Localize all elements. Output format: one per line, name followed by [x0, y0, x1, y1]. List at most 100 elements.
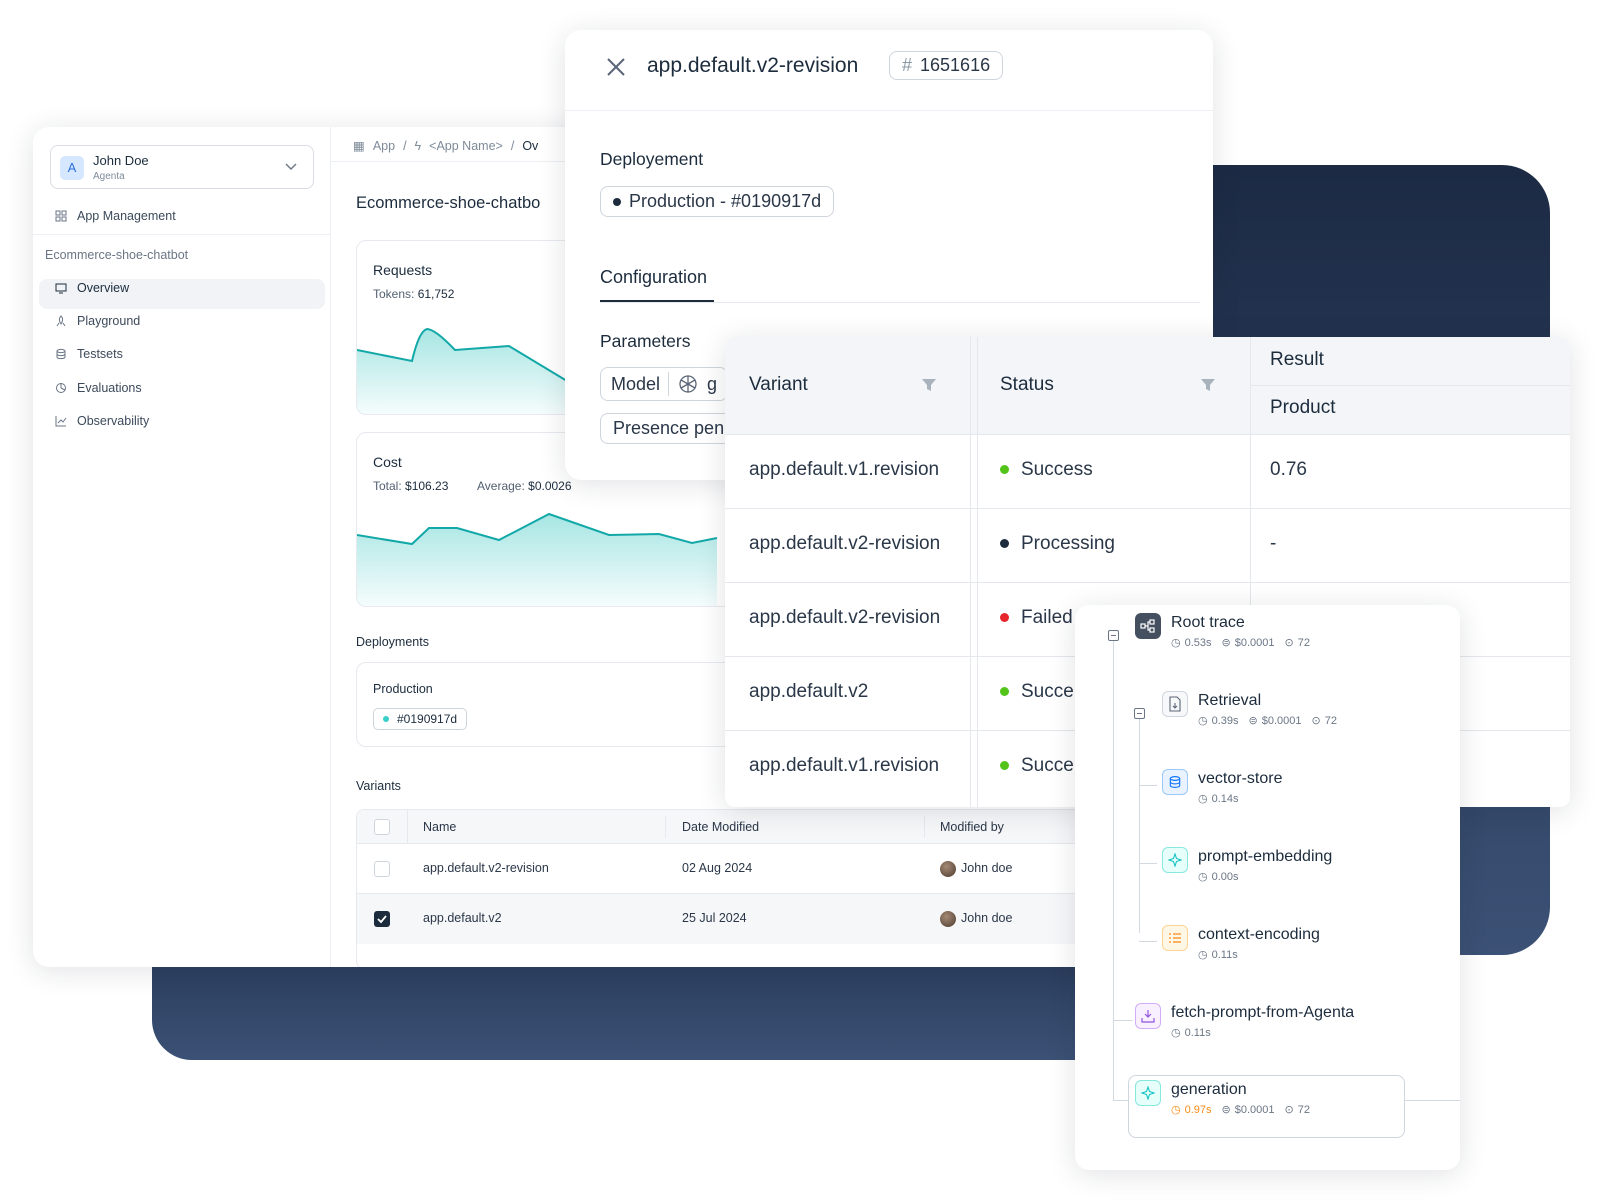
trace-node-vector-store[interactable]: vector-store ◷ 0.14s	[1162, 769, 1282, 805]
requests-title: Requests	[373, 262, 433, 278]
breadcrumb-separator: /	[510, 138, 515, 153]
variant-name: app.default.v2	[423, 911, 502, 925]
cost-title: Cost	[373, 454, 402, 470]
trace-node-meta: ◷ 0.14s	[1198, 792, 1282, 806]
trace-time: 0.11s	[1211, 948, 1238, 961]
sidebar-item-observability[interactable]: Observability	[55, 414, 149, 428]
model-selector[interactable]: Model g	[600, 367, 729, 401]
variant-cell: app.default.v2	[749, 681, 869, 702]
cost-total-value: $106.23	[405, 479, 449, 493]
tree-line	[1139, 863, 1157, 864]
hash-icon: #	[902, 55, 913, 75]
user-org: Agenta	[93, 171, 125, 182]
close-icon[interactable]	[605, 56, 627, 78]
download-icon	[1135, 1003, 1161, 1029]
column-header-modified-by[interactable]: Modified by	[940, 820, 1004, 834]
status-cell: Succe	[1000, 681, 1074, 703]
user-selector[interactable]: A John Doe Agenta	[50, 145, 314, 189]
sidebar-item-label: Overview	[77, 281, 130, 295]
trace-node-retrieval[interactable]: Retrieval ◷ 0.39s ⊜ $0.0001 ⊙ 72	[1162, 691, 1337, 727]
trace-node-title: context-encoding	[1198, 926, 1320, 943]
presence-penalty-label: Presence pen	[613, 418, 725, 438]
collapse-icon[interactable]	[1134, 708, 1145, 719]
breadcrumb-app[interactable]: App	[373, 139, 395, 153]
status-dot	[383, 716, 389, 722]
tree-icon	[1135, 613, 1161, 639]
deployment-card[interactable]: Production #0190917d	[356, 662, 756, 747]
file-icon	[1162, 691, 1188, 717]
table-row[interactable]: app.default.v2-revision 02 Aug 2024 John…	[357, 844, 1133, 894]
trace-node-fetch-prompt[interactable]: fetch-prompt-from-Agenta ◷ 0.11s	[1135, 1003, 1354, 1039]
breadcrumb-separator: /	[403, 138, 407, 153]
trace-cost: $0.0001	[1234, 636, 1275, 649]
divider	[33, 234, 331, 235]
trace-node-meta: ◷ 0.97s ⊜ $0.0001 ⊙ 72	[1171, 1103, 1310, 1117]
select-all-checkbox[interactable]	[374, 819, 390, 835]
collapse-icon[interactable]	[1108, 630, 1119, 641]
column-header-name[interactable]: Name	[423, 820, 456, 834]
divider	[565, 110, 1213, 111]
tokens-icon: ⊙	[1311, 715, 1321, 727]
list-icon	[1162, 925, 1188, 951]
sidebar-item-app-management[interactable]: App Management	[55, 209, 176, 223]
row-checkbox[interactable]	[374, 861, 390, 877]
table-row[interactable]: app.default.v2 25 Jul 2024 John doe	[357, 894, 1133, 944]
sidebar-item-playground[interactable]: Playground	[55, 314, 140, 328]
rocket-icon	[56, 315, 66, 327]
trace-node-meta: ◷ 0.39s ⊜ $0.0001 ⊙ 72	[1198, 714, 1337, 728]
chevron-down-icon	[285, 163, 297, 170]
filter-icon[interactable]	[1200, 377, 1216, 393]
trace-node-title: fetch-prompt-from-Agenta	[1171, 1004, 1355, 1021]
divider	[407, 810, 408, 844]
avatar	[940, 911, 956, 927]
trace-node-title: generation	[1171, 1081, 1247, 1098]
row-checkbox-checked[interactable]	[374, 911, 390, 927]
deployment-tag[interactable]: Production - #0190917d	[600, 186, 835, 217]
sidebar-item-label: App Management	[77, 209, 176, 223]
variants-table: Name Date Modified Modified by app.defau…	[356, 809, 1133, 967]
column-header-variant[interactable]: Variant	[749, 374, 808, 396]
cost-area-chart	[357, 512, 718, 606]
sidebar-item-evaluations[interactable]: Evaluations	[55, 381, 142, 395]
filter-icon[interactable]	[921, 377, 937, 393]
presence-penalty-field[interactable]: Presence pen	[600, 413, 738, 444]
trace-node-context-encoding[interactable]: context-encoding ◷ 0.11s	[1162, 925, 1320, 961]
sidebar-item-label: Observability	[77, 414, 150, 428]
column-header-date[interactable]: Date Modified	[682, 820, 759, 834]
monitor-icon	[55, 283, 67, 294]
status-cell: Processing	[1000, 533, 1115, 555]
trace-node-root[interactable]: Root trace ◷ 0.53s ⊜ $0.0001 ⊙ 72	[1135, 613, 1310, 649]
coins-icon: ⊜	[1221, 1104, 1231, 1116]
trace-node-meta: ◷ 0.11s	[1171, 1026, 1354, 1040]
tokens-value: 61,752	[417, 287, 455, 301]
status-cell: Success	[1000, 459, 1093, 481]
trace-node-title: Root trace	[1171, 614, 1245, 631]
trace-time: 0.39s	[1211, 714, 1239, 727]
trace-tokens: 72	[1297, 1103, 1310, 1116]
trace-node-prompt-embedding[interactable]: prompt-embedding ◷ 0.00s	[1162, 847, 1332, 883]
model-value: g	[707, 373, 718, 394]
column-header-status[interactable]: Status	[1000, 374, 1054, 396]
table-header: Name Date Modified Modified by	[357, 810, 1133, 844]
sparkle-icon	[1162, 847, 1188, 873]
status-dot	[1000, 761, 1009, 771]
sidebar-item-testsets[interactable]: Testsets	[55, 347, 123, 361]
status-cell: Failed	[1000, 607, 1073, 629]
trace-tokens: 72	[1324, 714, 1337, 727]
variant-cell: app.default.v2-revision	[749, 533, 941, 554]
result-cell: -	[1270, 533, 1277, 554]
column-header-product[interactable]: Product	[1270, 397, 1335, 419]
coins-icon: ⊜	[1221, 637, 1231, 649]
trace-node-title: Retrieval	[1198, 692, 1262, 709]
tab-configuration[interactable]: Configuration	[600, 267, 707, 288]
table-row[interactable]: app.default.v2-revision Processing -	[725, 509, 1570, 583]
sidebar-item-overview[interactable]: Overview	[55, 281, 129, 295]
breadcrumb-app-name[interactable]: <App Name>	[429, 139, 503, 153]
trace-cost: $0.0001	[1261, 714, 1302, 727]
status-text: Failed	[1021, 607, 1073, 628]
table-row[interactable]: app.default.v1.revision Success 0.76	[725, 435, 1570, 509]
timer-icon: ◷	[1171, 1027, 1181, 1039]
trace-node-generation[interactable]: generation ◷ 0.97s ⊜ $0.0001 ⊙ 72	[1135, 1080, 1310, 1116]
divider	[1250, 385, 1570, 386]
section-title: Ecommerce-shoe-chatbot	[45, 248, 189, 262]
